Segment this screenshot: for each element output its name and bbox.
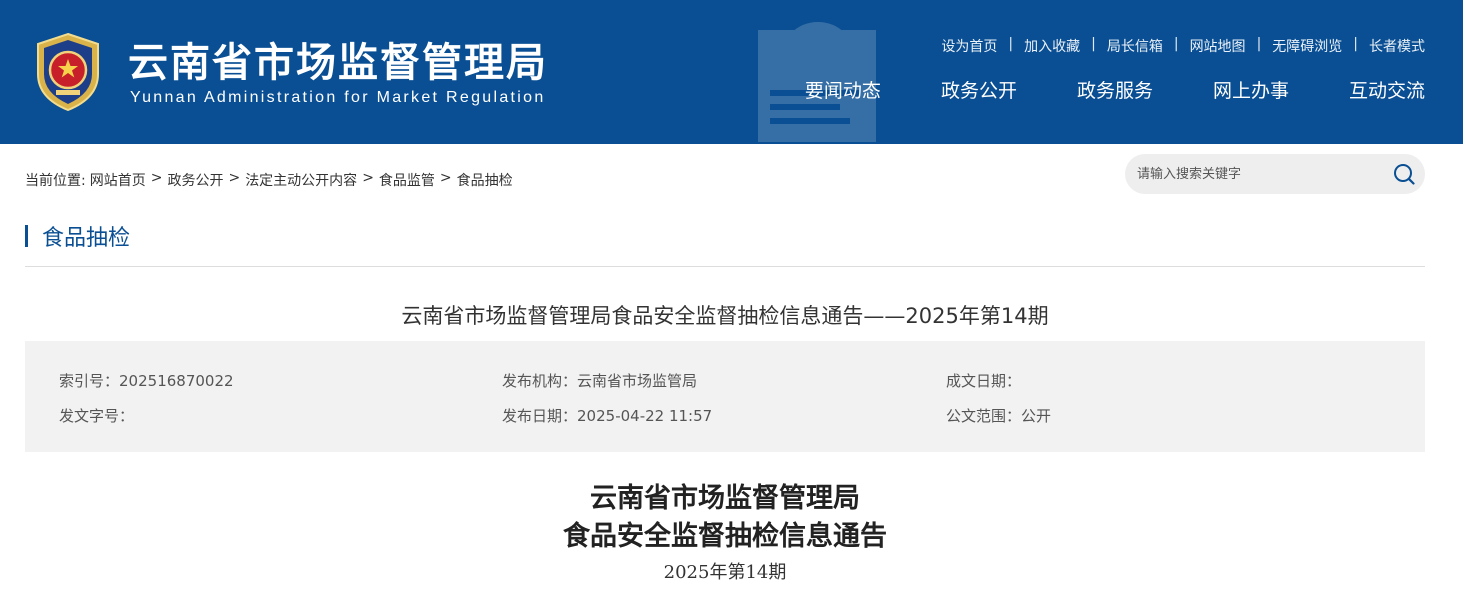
header-decoration [758,22,876,142]
meta-value: 公开 [1021,407,1052,425]
article-meta-box: 索引号：202516870022 发布机构：云南省市场监管局 成文日期： 发文字… [25,341,1425,452]
national-emblem-icon [37,32,99,112]
site-name: 云南省市场监督管理局 [128,40,548,86]
section-divider [25,266,1425,267]
meta-publish-date: 发布日期：2025-04-22 11:57 [502,405,712,426]
nav-item-government-affairs[interactable]: 政务公开 [941,76,1017,103]
nav-item-government-services[interactable]: 政务服务 [1077,76,1153,103]
article-title: 云南省市场监督管理局食品安全监督抽检信息通告——2025年第14期 [401,304,1049,328]
document-issue-number: 2025年第14期 [663,562,787,583]
meta-label: 成文日期： [946,372,1022,390]
top-link-director-mailbox[interactable]: 局长信箱 [1107,36,1163,56]
nav-item-news[interactable]: 要闻动态 [805,76,881,103]
search-box [1125,154,1425,194]
meta-value: 2025-04-22 11:57 [577,407,713,425]
meta-label: 索引号： [59,372,120,390]
meta-created-date: 成文日期： [946,370,1021,391]
site-header: 云南省市场监督管理局 Yunnan Administration for Mar… [0,0,1463,144]
meta-label: 发文字号： [59,407,135,425]
breadcrumb-separator: > [362,170,374,186]
search-input[interactable] [1137,154,1387,194]
document-heading-line-1: 云南省市场监督管理局 [590,483,860,514]
meta-label: 发布日期： [502,407,578,425]
top-links: 设为首页 | 加入收藏 | 局长信箱 | 网站地图 | 无障碍浏览 | 长者模式 [941,36,1425,56]
top-link-separator: | [1008,36,1014,52]
top-link-separator: | [1091,36,1096,52]
breadcrumb-prefix: 当前位置: [25,173,86,189]
section-title: 食品抽检 [25,224,130,251]
meta-value: 云南省市场监管局 [577,372,698,390]
breadcrumb-separator: > [439,170,452,186]
breadcrumb-item-food-supervision[interactable]: 食品监管 [379,170,435,190]
nav-item-interaction[interactable]: 互动交流 [1349,76,1425,103]
top-link-set-homepage[interactable]: 设为首页 [941,36,997,56]
top-link-add-favorite[interactable]: 加入收藏 [1024,36,1080,56]
search-icon[interactable] [1393,163,1415,185]
meta-label: 发布机构： [502,372,578,390]
meta-index-number: 索引号：202516870022 [59,370,234,391]
top-link-accessibility[interactable]: 无障碍浏览 [1272,36,1342,56]
breadcrumb-item-home[interactable]: 网站首页 [90,170,146,190]
top-link-separator: | [1353,36,1358,52]
top-link-separator: | [1173,36,1179,52]
top-link-sitemap[interactable]: 网站地图 [1190,36,1246,56]
meta-document-scope: 公文范围：公开 [946,405,1051,426]
meta-document-number: 发文字号： [59,405,134,426]
meta-value: 202516870022 [119,372,234,390]
main-nav: 要闻动态 政务公开 政务服务 网上办事 互动交流 [805,76,1425,103]
top-link-separator: | [1256,36,1262,52]
breadcrumb-separator: > [228,170,241,186]
breadcrumb-separator: > [150,170,163,186]
nav-item-online-services[interactable]: 网上办事 [1213,76,1289,103]
breadcrumb-item-statutory-content[interactable]: 法定主动公开内容 [245,170,357,190]
meta-publisher: 发布机构：云南省市场监管局 [502,370,697,391]
top-link-elder-mode[interactable]: 长者模式 [1369,36,1425,56]
breadcrumb-item-government-affairs[interactable]: 政务公开 [167,170,223,190]
breadcrumb-item-food-sampling[interactable]: 食品抽检 [457,170,513,190]
section-title-bar [25,225,28,247]
document-heading-line-2: 食品安全监督抽检信息通告 [563,521,887,552]
meta-label: 公文范围： [946,407,1022,425]
breadcrumb: 当前位置: 网站首页 > 政务公开 > 法定主动公开内容 > 食品监管 > 食品… [25,170,513,190]
site-name-english: Yunnan Administration for Market Regulat… [130,89,546,106]
section-title-text: 食品抽检 [42,226,131,251]
